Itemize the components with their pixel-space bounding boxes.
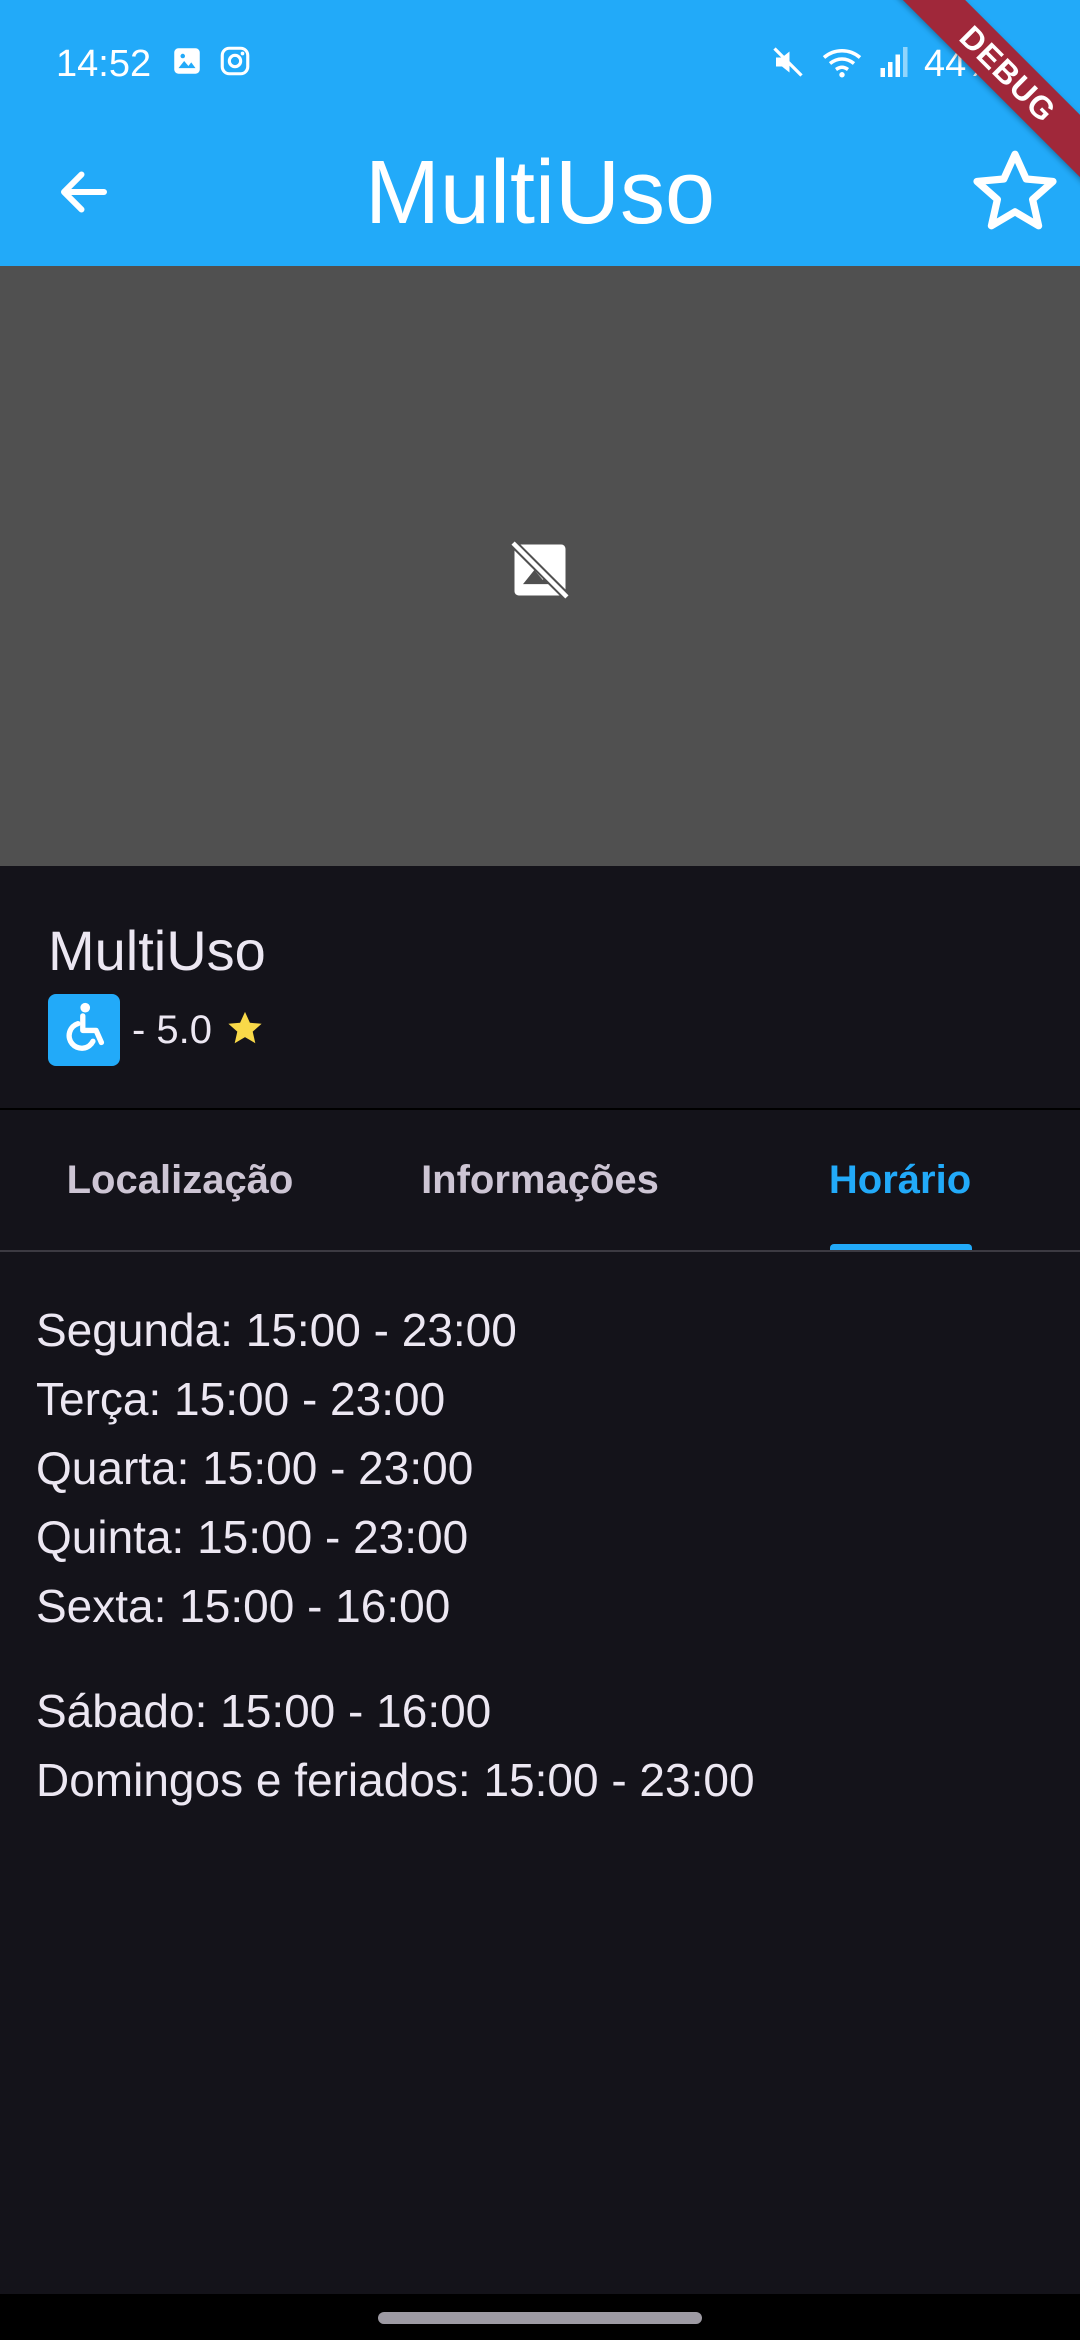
signal-icon — [878, 44, 910, 85]
schedule-gap — [36, 1641, 1036, 1677]
schedule-quinta: Quinta: 15:00 - 23:00 — [36, 1511, 469, 1563]
tab-localizacao[interactable]: Localização — [0, 1110, 360, 1250]
favorite-button[interactable] — [960, 138, 1070, 248]
wheelchair-icon — [55, 999, 113, 1062]
schedule-sexta: Sexta: 15:00 - 16:00 — [36, 1580, 451, 1632]
star-outline-icon — [967, 143, 1063, 244]
schedule-segunda: Segunda: 15:00 - 23:00 — [36, 1304, 517, 1356]
image-not-supported-icon — [506, 536, 574, 604]
mute-icon — [770, 44, 806, 85]
schedule-sabado: Sábado: 15:00 - 16:00 — [36, 1685, 492, 1737]
rating-text: - 5.0 — [132, 1008, 213, 1052]
accessibility-badge — [48, 994, 120, 1066]
tabs-divider — [0, 1250, 1080, 1252]
schedule-list: Segunda: 15:00 - 23:00 Terça: 15:00 - 23… — [36, 1296, 1036, 1815]
tab-bar: Localização Informações Horário — [0, 1110, 1080, 1250]
tab-informacoes[interactable]: Informações — [360, 1110, 720, 1250]
page-title: MultiUso — [364, 143, 716, 243]
star-filled-icon — [224, 1007, 266, 1054]
screen: 14:52 44% MultiUso DEBUG MultiUso - 5.0 … — [0, 0, 1080, 2340]
schedule-domingos-feriados: Domingos e feriados: 15:00 - 23:00 — [36, 1754, 755, 1806]
top-bar: 14:52 44% MultiUso DEBUG — [0, 0, 1080, 266]
status-time: 14:52 — [56, 43, 152, 85]
home-indicator[interactable] — [378, 2312, 702, 2324]
instagram-icon — [218, 44, 252, 83]
status-bar: 14:52 44% — [0, 0, 1080, 128]
venue-name: MultiUso — [48, 919, 266, 982]
gallery-icon — [170, 44, 204, 83]
wifi-icon — [820, 44, 864, 85]
app-bar: MultiUso — [0, 128, 1080, 266]
schedule-terca: Terça: 15:00 - 23:00 — [36, 1373, 446, 1425]
status-left-icons — [170, 44, 252, 83]
venue-image-placeholder — [0, 266, 1080, 866]
schedule-quarta: Quarta: 15:00 - 23:00 — [36, 1442, 474, 1494]
tab-horario[interactable]: Horário — [720, 1110, 1080, 1250]
venue-meta: - 5.0 — [48, 994, 266, 1066]
